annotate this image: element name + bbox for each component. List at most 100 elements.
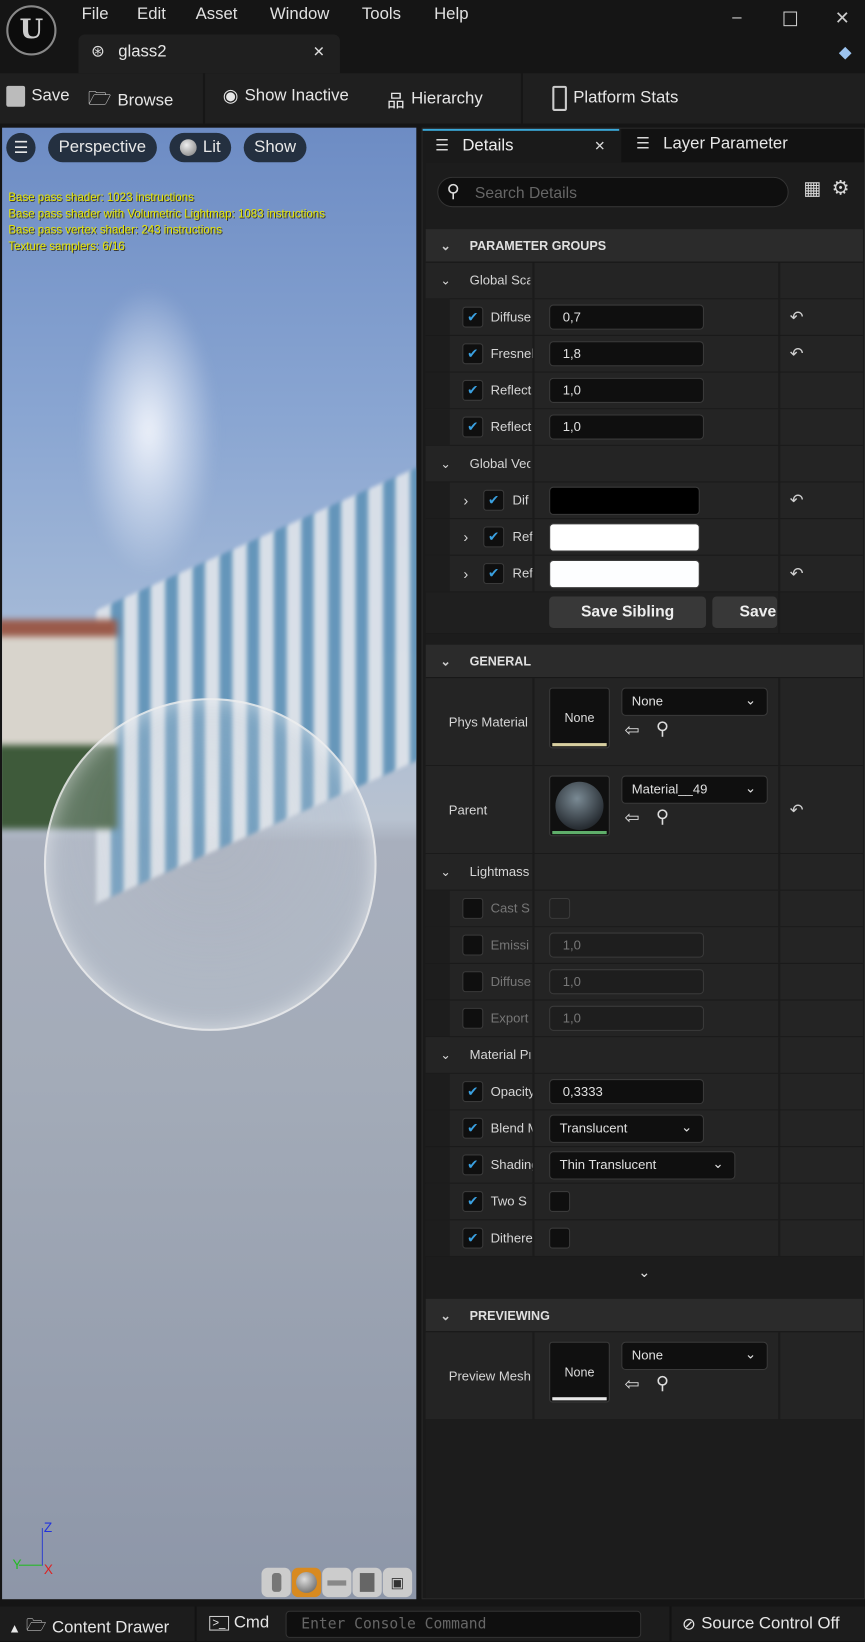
asset-thumbnail[interactable]: [549, 775, 610, 837]
tab-glass2[interactable]: ⊛ glass2 ✕: [78, 34, 340, 74]
menu-edit[interactable]: Edit: [137, 5, 166, 24]
show-button[interactable]: Show: [243, 132, 307, 163]
property-checkbox[interactable]: ✔: [462, 1081, 484, 1103]
console-input[interactable]: Enter Console Command: [285, 1610, 642, 1638]
property-checkbox[interactable]: ✔: [483, 526, 505, 548]
table-view-icon[interactable]: ▦: [803, 178, 821, 200]
settings-gear-icon[interactable]: ⚙: [832, 177, 850, 201]
tab-layer-parameter[interactable]: ☰ Layer Parameter: [621, 128, 864, 163]
property-checkbox[interactable]: ✔: [462, 343, 484, 365]
reset-to-default-icon[interactable]: ↶: [790, 563, 804, 584]
cmd-button[interactable]: >_ Cmd: [209, 1614, 269, 1633]
browse-search-icon[interactable]: ⚲: [656, 1373, 669, 1394]
column-divider: [778, 445, 781, 482]
use-selected-arrow-icon[interactable]: ⇦: [624, 808, 639, 829]
asset-thumbnail[interactable]: None: [549, 687, 610, 749]
minimize-icon[interactable]: –: [732, 8, 741, 27]
number-input[interactable]: 0,3333: [549, 1079, 704, 1105]
save-button[interactable]: Save: [6, 85, 70, 107]
dropdown-select[interactable]: Thin Translucent ⌄: [549, 1151, 736, 1180]
property-checkbox[interactable]: ✔: [483, 489, 505, 511]
viewport-menu-button[interactable]: ☰: [6, 132, 36, 163]
source-control-button[interactable]: ⊘ Source Control Off: [682, 1614, 840, 1635]
number-input[interactable]: 1,0: [549, 377, 704, 403]
diamond-icon[interactable]: ◆: [839, 42, 852, 63]
color-swatch[interactable]: [549, 486, 700, 515]
button-row: Save SiblingSave Child: [425, 592, 863, 635]
use-selected-arrow-icon[interactable]: ⇦: [624, 1374, 639, 1395]
close-details-icon[interactable]: ✕: [594, 138, 605, 155]
value-checkbox[interactable]: [549, 1227, 571, 1249]
tab-layer-label: Layer Parameter: [663, 135, 788, 153]
number-input[interactable]: 1,8: [549, 341, 704, 367]
expand-arrow-icon[interactable]: ›: [463, 556, 468, 592]
group-header[interactable]: ⌄ Lightmass: [425, 854, 863, 891]
expand-arrow-icon[interactable]: ›: [463, 482, 468, 518]
preview-viewport[interactable]: ☰ Perspective Lit Show Base pass shader:…: [2, 127, 417, 1600]
menu-asset[interactable]: Asset: [196, 5, 238, 24]
reset-to-default-icon[interactable]: ↶: [790, 800, 804, 821]
property-checkbox[interactable]: ✔: [462, 1154, 484, 1176]
menu-file[interactable]: File: [82, 5, 109, 24]
sphere-shape-button[interactable]: [291, 1567, 322, 1598]
browse-search-icon[interactable]: ⚲: [656, 807, 669, 828]
eye-nodes-icon: ◉: [222, 85, 239, 106]
group-header[interactable]: ⌄ Material Pr: [425, 1037, 863, 1074]
expand-arrow-icon[interactable]: ›: [463, 519, 468, 555]
plane-shape-button[interactable]: [322, 1567, 352, 1598]
property-checkbox[interactable]: ✔: [483, 563, 505, 585]
property-checkbox[interactable]: ✔: [462, 1227, 484, 1249]
property-checkbox[interactable]: ✔: [462, 306, 484, 328]
content-drawer-button[interactable]: ▲ 🗁 Content Drawer: [8, 1614, 169, 1642]
lit-button[interactable]: Lit: [169, 132, 232, 163]
show-inactive-label: Show Inactive: [244, 86, 349, 105]
value-checkbox[interactable]: [549, 1191, 571, 1212]
perspective-button[interactable]: Perspective: [48, 132, 157, 163]
reset-to-default-icon[interactable]: ↶: [790, 490, 804, 511]
number-input[interactable]: 1,0: [549, 414, 704, 440]
reset-to-default-icon[interactable]: ↶: [790, 343, 804, 364]
column-divider: [778, 766, 781, 853]
property-checkbox[interactable]: ✔: [462, 1117, 484, 1139]
use-selected-arrow-icon[interactable]: ⇦: [624, 720, 639, 741]
group-header[interactable]: ⌄ Global Sca: [425, 262, 863, 300]
maximize-icon[interactable]: [783, 11, 798, 27]
menu-window[interactable]: Window: [270, 5, 330, 24]
asset-thumbnail[interactable]: None: [549, 1341, 610, 1403]
number-input: 1,0: [549, 969, 704, 995]
number-input[interactable]: 0,7: [549, 304, 704, 330]
browse-button[interactable]: 🗁 Browse: [88, 86, 173, 117]
section-header[interactable]: ⌄ GENERAL: [425, 644, 863, 679]
close-tab-icon[interactable]: ✕: [313, 43, 325, 61]
platform-stats-button[interactable]: Platform Stats: [552, 85, 678, 111]
section-header[interactable]: ⌄ PARAMETER GROUPS: [425, 229, 863, 263]
hierarchy-icon: 品: [387, 91, 405, 111]
menu-tools[interactable]: Tools: [362, 5, 401, 24]
asset-picker-dropdown[interactable]: None ⌄: [621, 1341, 768, 1370]
color-swatch[interactable]: [549, 559, 700, 589]
show-more-chevron-icon[interactable]: ⌄: [426, 1257, 863, 1288]
cylinder-shape-button[interactable]: [261, 1567, 291, 1598]
asset-picker-dropdown[interactable]: None ⌄: [621, 687, 768, 716]
save-sibling-button[interactable]: Save Sibling: [549, 596, 707, 628]
property-checkbox[interactable]: ✔: [462, 1191, 484, 1212]
asset-picker-dropdown[interactable]: Material__49 ⌄: [621, 775, 768, 804]
property-checkbox[interactable]: ✔: [462, 379, 484, 401]
menu-help[interactable]: Help: [434, 5, 468, 24]
tab-details[interactable]: ☰ Details ✕: [422, 128, 620, 163]
property-checkbox[interactable]: ✔: [462, 416, 484, 438]
custom-mesh-button[interactable]: ▣: [382, 1567, 413, 1598]
show-inactive-button[interactable]: ◉ Show Inactive: [223, 86, 349, 107]
hierarchy-button[interactable]: 品 Hierarchy: [387, 86, 483, 112]
cube-shape-button[interactable]: [352, 1567, 382, 1598]
unreal-logo[interactable]: U: [6, 5, 57, 56]
reset-to-default-icon[interactable]: ↶: [790, 307, 804, 328]
group-header[interactable]: ⌄ Global Vec: [425, 445, 863, 483]
color-swatch[interactable]: [549, 523, 700, 552]
browse-search-icon[interactable]: ⚲: [656, 719, 669, 740]
search-input[interactable]: ⚲ Search Details: [437, 176, 789, 208]
close-window-icon[interactable]: ✕: [835, 8, 850, 29]
dropdown-select[interactable]: Translucent ⌄: [549, 1114, 704, 1143]
save-child-button[interactable]: Save Child: [712, 596, 778, 628]
section-header[interactable]: ⌄ PREVIEWING: [425, 1298, 863, 1333]
